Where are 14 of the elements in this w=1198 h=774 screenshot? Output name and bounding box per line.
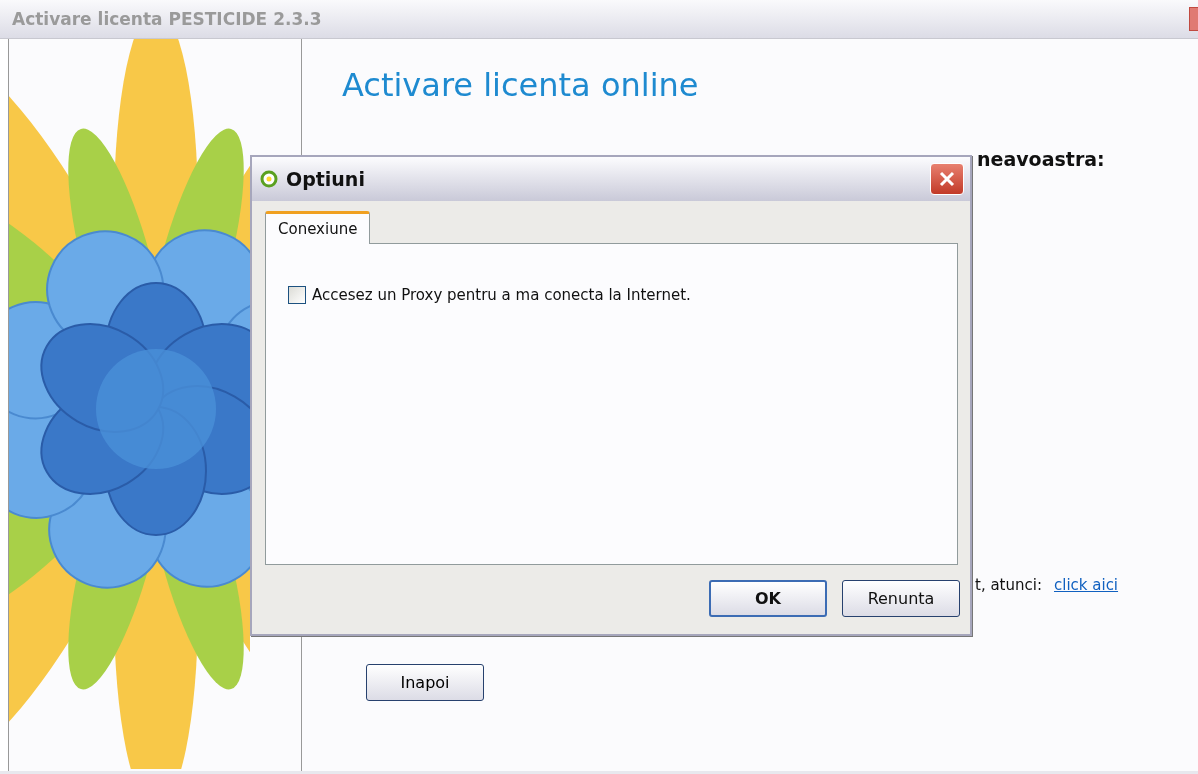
- ring-icon: [260, 170, 278, 188]
- back-button[interactable]: Inapoi: [366, 664, 484, 701]
- checkbox-label: Accesez un Proxy pentru a ma conecta la Internet.: [312, 286, 691, 304]
- page-heading: Activare licenta online: [342, 66, 700, 104]
- proxy-hint-text: t, atunci:: [975, 576, 1042, 594]
- tab[interactable]: Conexiune: [265, 211, 371, 244]
- close-button[interactable]: [930, 163, 964, 195]
- window-title: Activare licenta PESTICIDE 2.3.3: [11, 9, 322, 29]
- click-here-link[interactable]: click aici: [1054, 576, 1119, 594]
- dialog-title: Optiuni: [286, 168, 366, 190]
- instruction-text: neavoastra:: [977, 148, 1106, 170]
- checkbox[interactable]: [288, 286, 306, 304]
- dialog-button[interactable]: OK: [709, 580, 827, 617]
- dialog-button[interactable]: Renunta: [842, 580, 960, 617]
